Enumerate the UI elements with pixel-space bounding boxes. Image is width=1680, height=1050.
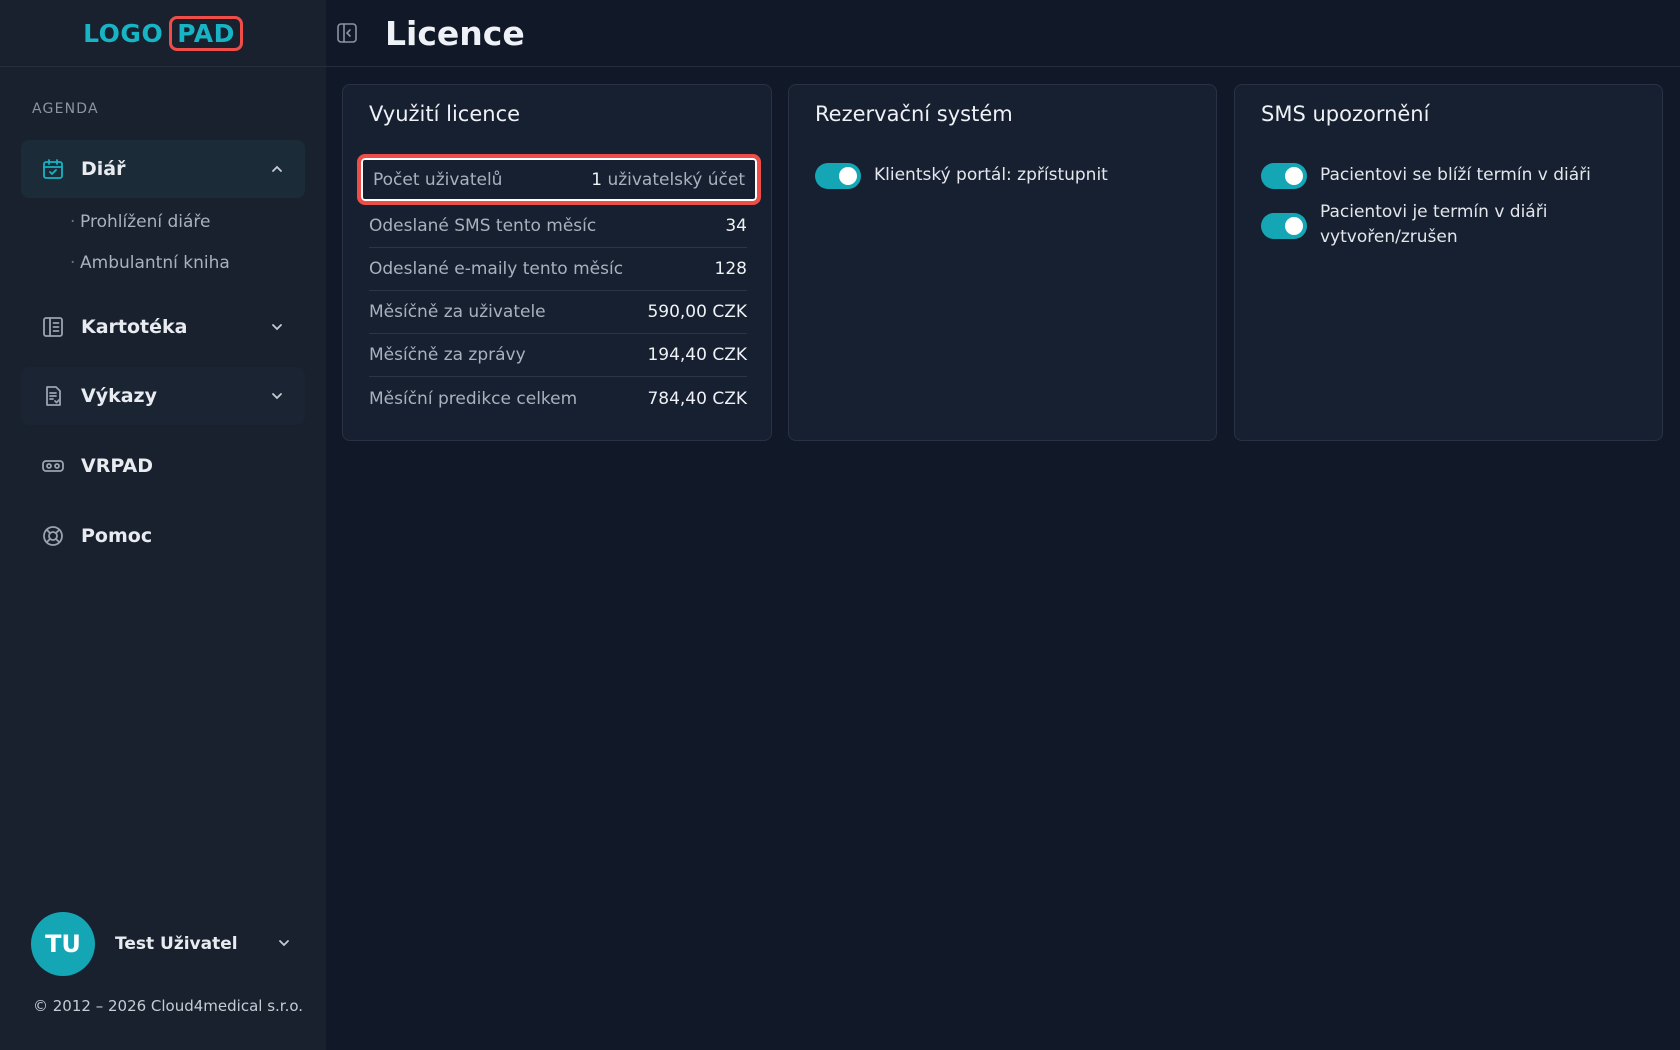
toggle-row-sms-upcoming: Pacientovi se blíží termín v diáři — [1261, 163, 1631, 189]
sidebar-item-label: Kartotéka — [81, 316, 188, 338]
sidebar-subitem-prohlizeni[interactable]: Prohlížení diáře — [70, 212, 211, 232]
section-label-agenda: AGENDA — [32, 101, 99, 117]
sidebar-item-label: VRPAD — [81, 455, 153, 477]
licence-row-label: Měsíční predikce celkem — [369, 388, 578, 409]
licence-row-per-messages: Měsíčně za zprávy 194,40 CZK — [369, 334, 747, 377]
licence-row-users: Počet uživatelů 1 uživatelský účet — [357, 154, 761, 205]
licence-row-value: 590,00 CZK — [647, 302, 747, 322]
logo-part2: PAD — [169, 15, 243, 51]
avatar: TU — [31, 912, 95, 976]
licence-row-total: Měsíční predikce celkem 784,40 CZK — [369, 377, 747, 420]
card-sms: SMS upozornění Pacientovi se blíží termí… — [1234, 84, 1663, 441]
user-name: Test Uživatel — [115, 934, 238, 954]
licence-row-per-user: Měsíčně za uživatele 590,00 CZK — [369, 291, 747, 334]
sidebar-subitem-ambulantni-kniha[interactable]: Ambulantní kniha — [70, 253, 230, 273]
card-reservation: Rezervační systém Klientský portál: zpří… — [788, 84, 1217, 441]
sidebar-item-label: Pomoc — [81, 525, 153, 547]
toggle-row-sms-created: Pacientovi je termín v diáři vytvořen/zr… — [1261, 200, 1571, 250]
licence-row-label: Odeslané e-maily tento měsíc — [369, 259, 624, 279]
chevron-down-icon — [277, 935, 291, 954]
sidebar-item-kartoteka[interactable]: Kartotéka — [21, 298, 305, 356]
licence-row-sms: Odeslané SMS tento měsíc 34 — [369, 205, 747, 248]
card-title: Rezervační systém — [815, 102, 1013, 126]
toggle-label: Pacientovi se blíží termín v diáři — [1320, 165, 1591, 185]
toggle-label: Klientský portál: zpřístupnit — [874, 165, 1108, 185]
licence-row-value: 128 — [714, 259, 747, 279]
sidebar: LOGO PAD AGENDA Diář Prohlížení diáře Am… — [0, 0, 326, 1050]
licence-row-value: 194,40 CZK — [647, 345, 747, 365]
copyright: © 2012 – 2026 Cloud4medical s.r.o. — [33, 997, 304, 1015]
logo-part1: LOGO — [83, 18, 164, 48]
sidebar-item-pomoc[interactable]: Pomoc — [21, 507, 305, 565]
licence-users-count: 1 — [591, 169, 603, 190]
sms-created-toggle[interactable] — [1261, 213, 1307, 239]
logo[interactable]: LOGO PAD — [83, 15, 243, 51]
sidebar-item-diar[interactable]: Diář — [21, 140, 305, 198]
card-licence: Využití licence Počet uživatelů 1 uživat… — [342, 84, 772, 441]
sidebar-item-label: Diář — [81, 158, 126, 180]
report-icon — [41, 384, 65, 408]
sms-upcoming-toggle[interactable] — [1261, 163, 1307, 189]
sidebar-item-vykazy[interactable]: Výkazy — [21, 367, 305, 425]
chevron-down-icon — [269, 388, 285, 404]
licence-row-emails: Odeslané e-maily tento měsíc 128 — [369, 248, 747, 291]
user-menu[interactable]: TU Test Uživatel — [31, 912, 291, 976]
app-root: LOGO PAD AGENDA Diář Prohlížení diáře Am… — [0, 0, 1680, 1050]
licence-row-label: Odeslané SMS tento měsíc — [369, 216, 597, 236]
logo-area: LOGO PAD — [0, 0, 326, 67]
licence-row-label: Měsíčně za uživatele — [369, 302, 546, 322]
page-title: Licence — [385, 13, 525, 53]
card-title: Využití licence — [369, 102, 521, 126]
licence-row-value: 1 uživatelský účet — [591, 170, 745, 190]
sidebar-item-vrpad[interactable]: VRPAD — [21, 437, 305, 495]
header: Licence — [326, 0, 1680, 67]
licence-row-value: 784,40 CZK — [647, 388, 747, 409]
chevron-up-icon — [269, 161, 285, 177]
licence-row-label: Počet uživatelů — [373, 169, 503, 190]
card-title: SMS upozornění — [1261, 102, 1430, 126]
sidebar-item-label: Výkazy — [81, 385, 157, 407]
sidebar-collapse-icon[interactable] — [336, 22, 358, 44]
licence-row-label: Měsíčně za zprávy — [369, 345, 526, 365]
vr-headset-icon — [41, 454, 65, 478]
toggle-row-client-portal: Klientský portál: zpřístupnit — [815, 163, 1108, 189]
toggle-label: Pacientovi je termín v diáři vytvořen/zr… — [1320, 202, 1548, 247]
lifebuoy-icon — [41, 524, 65, 548]
licence-row-value: 34 — [725, 216, 747, 236]
licence-users-unit: uživatelský účet — [607, 169, 745, 190]
book-icon — [41, 315, 65, 339]
calendar-check-icon — [41, 157, 65, 181]
chevron-down-icon — [269, 319, 285, 335]
client-portal-toggle[interactable] — [815, 163, 861, 189]
